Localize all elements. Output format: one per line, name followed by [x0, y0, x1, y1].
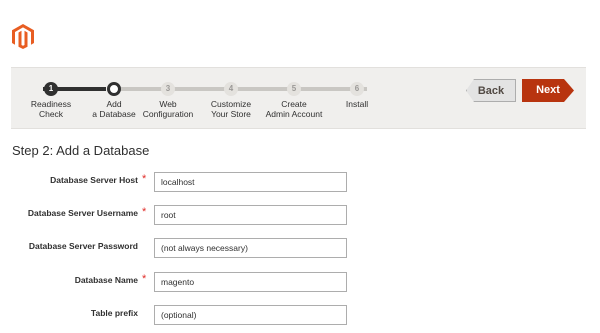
database-password-label: Database Server Password: [28, 241, 138, 251]
database-name-input[interactable]: [154, 272, 347, 292]
table-prefix-row: Table prefix: [0, 305, 600, 325]
table-prefix-input[interactable]: [154, 305, 347, 325]
step-6-marker: 6: [350, 82, 364, 96]
database-host-label: Database Server Host: [50, 175, 138, 185]
step-3-marker: 3: [161, 82, 175, 96]
magento-logo-icon: [12, 24, 34, 49]
database-username-row: Database Server Username *: [0, 205, 600, 225]
step-2-marker: [107, 82, 121, 96]
next-button[interactable]: Next: [522, 79, 574, 102]
step-6-label: Install: [345, 99, 369, 109]
step-5-marker: 5: [287, 82, 301, 96]
database-password-input[interactable]: [154, 238, 347, 258]
required-marker: *: [142, 173, 147, 185]
database-name-label: Database Name: [74, 275, 138, 285]
database-host-row: Database Server Host *: [0, 172, 600, 192]
database-username-label: Database Server Username: [27, 208, 138, 218]
database-name-row: Database Name *: [0, 272, 600, 292]
back-button[interactable]: Back: [466, 79, 516, 102]
database-host-input[interactable]: [154, 172, 347, 192]
step-4-marker: 4: [224, 82, 238, 96]
required-marker: *: [142, 206, 147, 218]
database-password-row: Database Server Password: [0, 238, 600, 258]
progress-track-remaining: [117, 87, 367, 91]
page-title: Step 2: Add a Database: [12, 143, 150, 158]
table-prefix-label: Table prefix: [90, 308, 138, 318]
required-marker: *: [142, 273, 147, 285]
database-username-input[interactable]: [154, 205, 347, 225]
step-1-marker: 1: [44, 82, 58, 96]
